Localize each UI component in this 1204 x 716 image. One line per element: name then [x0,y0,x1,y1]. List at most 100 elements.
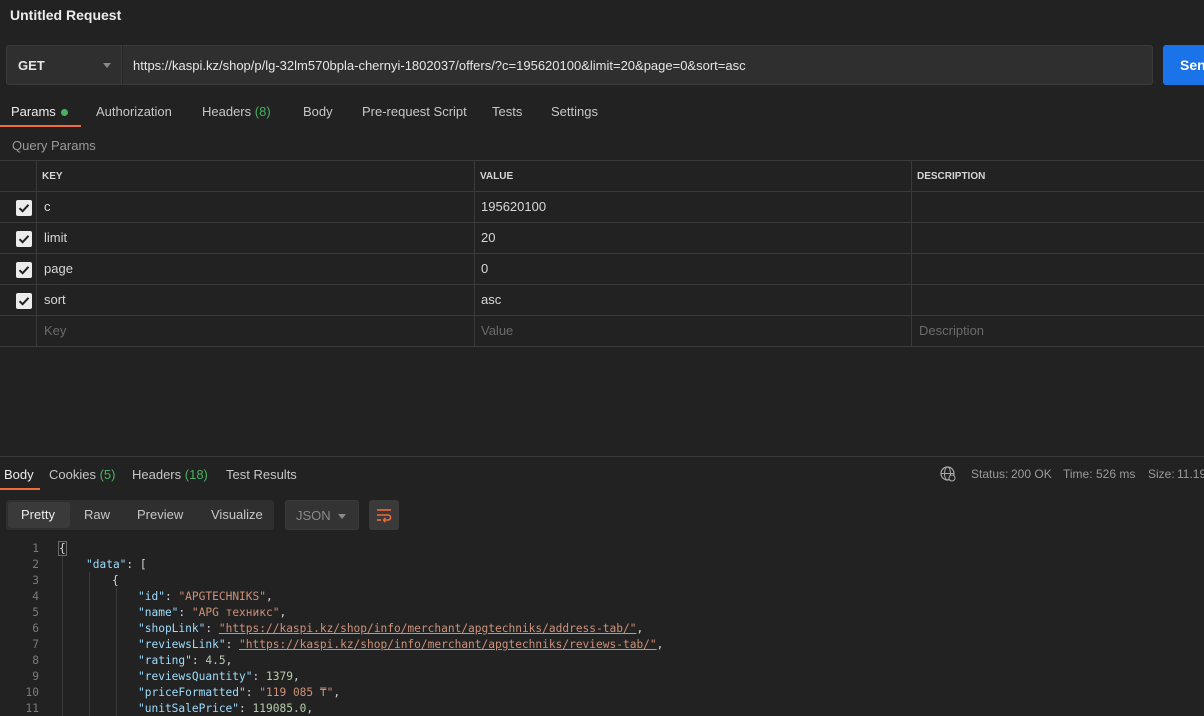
tab-params[interactable]: Params [11,104,68,119]
new-param-key-input[interactable]: Key [44,323,66,338]
tab-response-body[interactable]: Body [4,467,34,482]
check-icon [18,235,30,244]
check-icon [18,266,30,275]
param-value[interactable]: 0 [481,261,488,276]
view-visualize-button[interactable]: Visualize [211,507,263,522]
query-params-table: KEY VALUE DESCRIPTION c 195620100 limit … [0,160,1204,347]
json-key: "reviewsLink" [138,638,226,651]
table-border [0,253,1204,254]
param-key[interactable]: page [44,261,73,276]
line-number: 1 [32,542,39,555]
query-params-label: Query Params [12,138,96,153]
tab-authorization[interactable]: Authorization [96,104,172,119]
title-bar: Untitled Request [0,0,1204,32]
params-active-dot [60,109,68,117]
code-line: "id": "APGTECHNIKS", [138,590,273,603]
code-line: "data": [ [86,558,147,571]
line-number: 8 [32,654,39,667]
line-number: 7 [32,638,39,651]
line-number: 9 [32,670,39,683]
size-value: 11.19 [1177,467,1204,481]
view-pretty-button[interactable]: Pretty [21,507,55,522]
globe-icon[interactable] [939,465,956,482]
param-checkbox[interactable] [16,262,32,278]
new-param-value-input[interactable]: Value [481,323,513,338]
method-select[interactable]: GET [6,45,122,85]
url-input[interactable]: https://kaspi.kz/shop/p/lg-32lm570bpla-c… [122,45,1153,85]
json-link[interactable]: "https://kaspi.kz/shop/info/merchant/apg… [219,622,637,635]
table-border [0,346,1204,347]
param-checkbox[interactable] [16,293,32,309]
table-border [0,222,1204,223]
tab-prerequest-script[interactable]: Pre-request Script [362,104,467,119]
json-value: 4.5 [205,654,226,667]
indent-guide [89,572,90,716]
new-param-description-input[interactable]: Description [919,323,984,338]
column-header-value: VALUE [480,171,514,182]
param-checkbox[interactable] [16,231,32,247]
json-key: "id" [138,590,165,603]
json-key: "reviewsQuantity" [138,670,253,683]
format-select-value: JSON [296,508,331,523]
tab-test-results[interactable]: Test Results [226,467,297,482]
line-number: 6 [32,622,39,635]
code-line: "unitSalePrice": 119085.0, [138,702,314,715]
json-key: "priceFormatted" [138,686,246,699]
code-line: "shopLink": "https://kaspi.kz/shop/info/… [138,622,644,635]
format-select[interactable]: JSON [285,500,359,530]
json-value: "APGTECHNIKS" [178,590,266,603]
view-raw-button[interactable]: Raw [84,507,110,522]
line-number: 10 [25,686,39,699]
code-line: "name": "APG техникс", [138,606,287,619]
indent-guide [62,556,63,716]
json-value: 119085.0 [252,702,307,715]
size-label: Size: [1148,467,1175,481]
tab-headers-label: Headers [202,104,252,119]
request-row: GET https://kaspi.kz/shop/p/lg-32lm570bp… [6,45,1204,85]
param-value[interactable]: asc [481,292,501,307]
code-line: "reviewsQuantity": 1379, [138,670,300,683]
param-key[interactable]: c [44,199,51,214]
wrap-lines-button[interactable] [369,500,399,530]
method-label: GET [18,58,45,73]
status-value: 200 OK [1011,467,1052,481]
json-link[interactable]: "https://kaspi.kz/shop/info/merchant/apg… [239,638,657,651]
table-border [0,315,1204,316]
check-icon [18,297,30,306]
param-value[interactable]: 20 [481,230,495,245]
send-button[interactable]: Send [1163,45,1204,85]
pane-divider[interactable] [0,456,1204,457]
tab-response-headers[interactable]: Headers (18) [132,467,208,482]
code-line: "reviewsLink": "https://kaspi.kz/shop/in… [138,638,664,651]
param-key[interactable]: sort [44,292,66,307]
json-value: 1379 [266,670,293,683]
view-preview-button[interactable]: Preview [137,507,183,522]
tab-cookies[interactable]: Cookies (5) [49,467,115,482]
tab-params-label: Params [11,104,56,119]
column-header-key: KEY [42,171,63,182]
active-response-tab-indicator [0,488,40,490]
json-key: "data" [86,558,127,571]
json-key: "rating" [138,654,192,667]
active-tab-indicator [0,125,81,127]
tab-cookies-count: (5) [99,467,116,482]
tab-settings[interactable]: Settings [551,104,598,119]
code-line: { [58,541,67,556]
tab-headers[interactable]: Headers (8) [202,104,271,119]
param-key[interactable]: limit [44,230,67,245]
tab-headers-count: (8) [254,104,271,119]
json-value: "119 085 ₸" [259,686,334,699]
tab-tests[interactable]: Tests [492,104,522,119]
param-value[interactable]: 195620100 [481,199,546,214]
tab-response-headers-label: Headers [132,467,182,482]
response-body-code[interactable]: 1 { 2 "data": [ 3 { 4 "id": "APGTECHNIKS… [0,540,1204,716]
chevron-down-icon [338,514,346,519]
column-divider [911,160,912,347]
column-divider [36,160,37,347]
tab-response-headers-count: (18) [184,467,208,482]
request-title[interactable]: Untitled Request [10,7,121,23]
code-line: "priceFormatted": "119 085 ₸", [138,686,341,699]
param-checkbox[interactable] [16,200,32,216]
tab-body[interactable]: Body [303,104,333,119]
check-icon [18,204,30,213]
